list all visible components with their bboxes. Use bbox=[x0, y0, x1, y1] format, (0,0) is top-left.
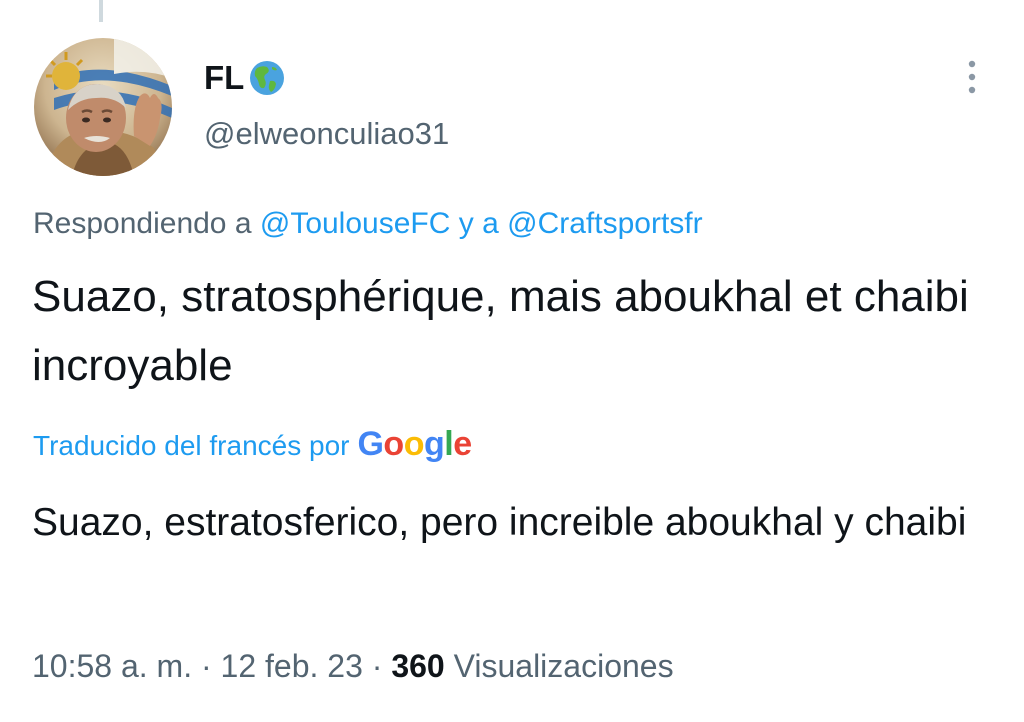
reply-context: Respondiendo a @ToulouseFC y a @Craftspo… bbox=[33, 207, 703, 241]
display-name[interactable]: FL bbox=[204, 59, 244, 97]
translation-attribution[interactable]: Traducido del francés por Google bbox=[33, 424, 472, 468]
mention-link-craftsportsfr[interactable]: @Craftsportsfr bbox=[507, 207, 702, 240]
author-name-row[interactable]: FL bbox=[204, 56, 286, 100]
meta-separator: · bbox=[371, 648, 383, 684]
reply-connector: y a bbox=[458, 207, 499, 240]
translation-label: Traducido del francés por bbox=[33, 430, 350, 461]
google-logo: Google bbox=[357, 424, 472, 463]
translated-text: Suazo, estratosferico, pero increible ab… bbox=[32, 501, 967, 544]
thread-connector-line bbox=[99, 0, 103, 22]
avatar[interactable] bbox=[34, 38, 172, 176]
more-options-button[interactable] bbox=[952, 54, 992, 100]
user-handle[interactable]: @elweonculiao31 bbox=[204, 116, 449, 152]
views-count: 360 bbox=[391, 648, 445, 684]
meta-separator: · bbox=[200, 648, 212, 684]
tweet-time[interactable]: 10:58 a. m. bbox=[32, 648, 192, 684]
views-label: Visualizaciones bbox=[453, 648, 674, 684]
more-vertical-icon bbox=[968, 60, 976, 94]
tweet-text: Suazo, stratosphérique, mais aboukhal et… bbox=[32, 272, 969, 390]
tweet-date[interactable]: 12 feb. 23 bbox=[221, 648, 363, 684]
reply-prefix: Respondiendo a bbox=[33, 207, 252, 240]
mention-link-toulousefc[interactable]: @ToulouseFC bbox=[260, 207, 451, 240]
globe-americas-icon bbox=[248, 59, 286, 97]
tweet-meta: 10:58 a. m. · 12 feb. 23 · 360 Visualiza… bbox=[32, 648, 674, 685]
